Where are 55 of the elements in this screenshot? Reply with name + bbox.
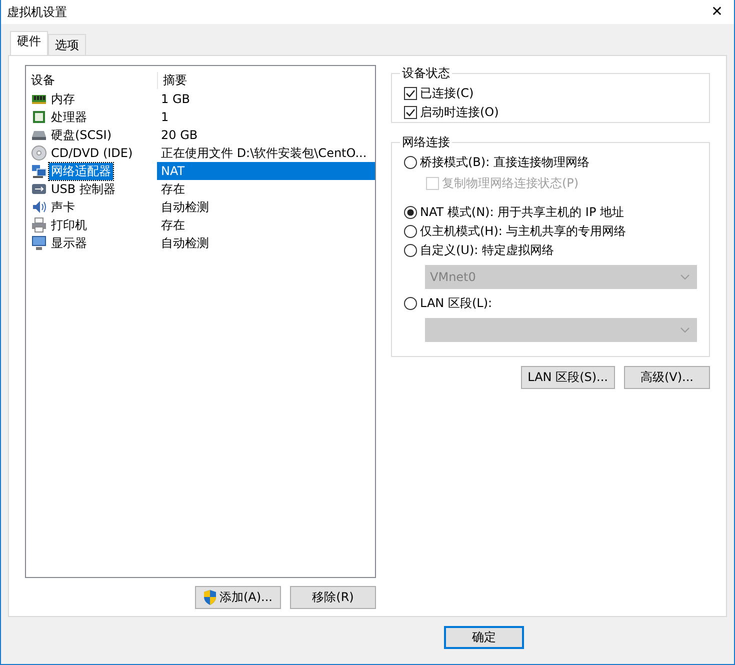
device-name[interactable]: 硬盘(SCSI) <box>49 126 114 144</box>
lan-segment-button[interactable]: LAN 区段(S)... <box>520 366 615 389</box>
column-header[interactable]: 摘要 <box>158 72 187 89</box>
chevron-icon <box>680 327 690 333</box>
device-summary[interactable]: 1 GB <box>157 92 190 106</box>
ok-button[interactable]: 确定 <box>444 626 524 648</box>
radio-button[interactable] <box>404 297 417 310</box>
device-summary[interactable]: 1 <box>157 110 169 124</box>
radio-label[interactable]: LAN 区段(L): <box>420 295 492 312</box>
radio-button[interactable] <box>404 206 417 219</box>
device-summary[interactable]: 存在 <box>157 216 185 234</box>
device-name[interactable]: 处理器 <box>49 108 89 126</box>
device-name[interactable]: 声卡 <box>49 198 77 216</box>
group-title: 设备状态 <box>401 65 451 82</box>
radio-label[interactable]: 自定义(U): 特定虚拟网络 <box>420 242 554 259</box>
speaker-icon <box>31 199 47 215</box>
device-name[interactable]: 网络适配器 <box>49 162 113 180</box>
checkbox-label[interactable]: 已连接(C) <box>420 85 474 102</box>
radio-label[interactable]: 桥接模式(B): 直接连接物理网络 <box>420 154 590 171</box>
radio-button[interactable] <box>404 244 417 257</box>
window-title: 虚拟机设置 <box>7 4 67 20</box>
disc-icon <box>31 145 47 161</box>
tab[interactable]: 硬件 <box>10 31 48 55</box>
monitor-icon <box>31 235 47 251</box>
radio-label[interactable]: 仅主机模式(H): 与主机共享的专用网络 <box>420 223 626 240</box>
device-name[interactable]: CD/DVD (IDE) <box>49 146 135 160</box>
device-summary[interactable]: 正在使用文件 D:\软件安装包\CentO... <box>157 144 367 162</box>
shield-icon <box>203 590 218 605</box>
usb-icon <box>31 181 47 197</box>
checkbox-label[interactable]: 启动时连接(O) <box>420 104 499 121</box>
radio-button[interactable] <box>404 156 417 169</box>
column-header[interactable]: 设备 <box>26 72 158 89</box>
network-icon <box>31 163 47 179</box>
printer-icon <box>31 217 47 233</box>
remove-button[interactable]: 移除(R) <box>290 586 376 609</box>
radio-button[interactable] <box>404 225 417 238</box>
chevron-icon <box>680 274 690 280</box>
checkbox[interactable] <box>404 87 417 100</box>
device-name[interactable]: 内存 <box>49 90 77 108</box>
device-summary[interactable]: 20 GB <box>157 128 198 142</box>
close-icon[interactable]: ✕ <box>700 4 734 20</box>
device-name[interactable]: 显示器 <box>49 234 89 252</box>
group-title: 网络连接 <box>401 134 451 151</box>
device-summary[interactable]: 自动检测 <box>157 234 209 252</box>
chip-icon <box>31 109 47 125</box>
device-summary[interactable]: NAT <box>157 162 375 180</box>
device-name[interactable]: USB 控制器 <box>49 180 118 198</box>
device-name[interactable]: 打印机 <box>49 216 89 234</box>
advanced-button[interactable]: 高级(V)... <box>624 366 710 389</box>
device-summary[interactable]: 存在 <box>157 180 185 198</box>
checkbox[interactable] <box>404 106 417 119</box>
radio-label[interactable]: NAT 模式(N): 用于共享主机的 IP 地址 <box>420 204 624 221</box>
add-button[interactable]: 添加(A)... <box>195 586 281 609</box>
tab[interactable]: 选项 <box>48 34 86 55</box>
device-summary[interactable]: 自动检测 <box>157 198 209 216</box>
